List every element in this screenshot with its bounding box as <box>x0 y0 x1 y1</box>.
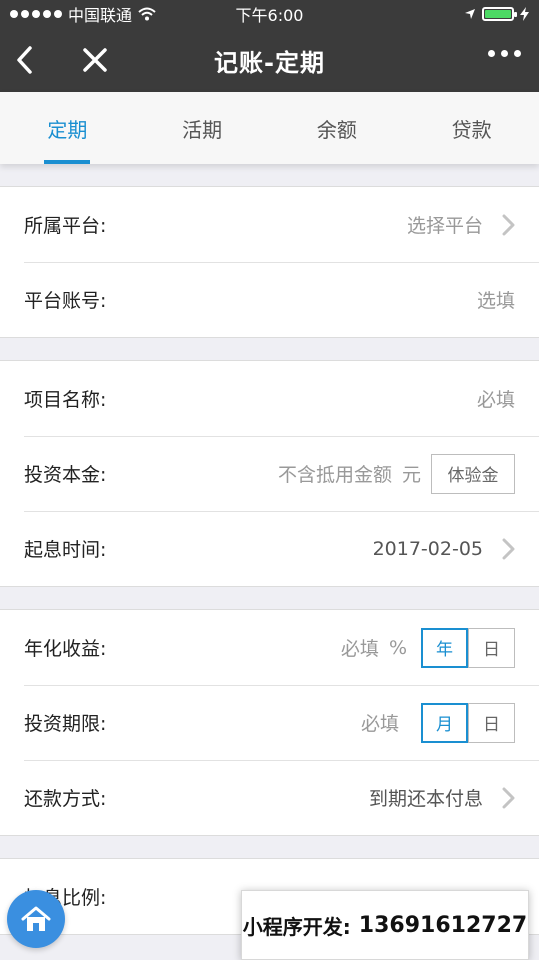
tab-bar: 定期 活期 余额 贷款 <box>0 92 539 164</box>
signal-dots-icon <box>10 10 62 18</box>
chevron-right-icon <box>502 214 515 235</box>
watermark-prefix: 小程序开发: <box>242 914 351 939</box>
status-bar: 中国联通 下午6:00 <box>0 0 539 28</box>
yield-day-option[interactable]: 日 <box>468 627 515 668</box>
chevron-right-icon <box>502 538 515 559</box>
home-icon <box>21 906 51 931</box>
project-row: 项目名称: 必填 <box>0 361 539 436</box>
battery-icon <box>482 7 517 21</box>
status-right <box>464 7 529 21</box>
account-row: 平台账号: 选填 <box>0 262 539 337</box>
wifi-icon <box>138 7 156 21</box>
term-input[interactable]: 必填 <box>361 709 399 736</box>
status-left: 中国联通 <box>10 2 156 26</box>
promo-watermark: 小程序开发: 13691612727 <box>241 890 529 960</box>
repayment-value[interactable]: 到期还本付息 <box>369 784 483 811</box>
carrier-label: 中国联通 <box>68 6 133 25</box>
project-input[interactable]: 必填 <box>477 385 515 412</box>
platform-row[interactable]: 所属平台: 选择平台 <box>0 187 539 262</box>
yield-period-toggle: 年 日 <box>421 627 515 668</box>
term-month-option[interactable]: 月 <box>421 702 468 743</box>
more-dots-icon[interactable] <box>488 50 521 57</box>
watermark-number: 13691612727 <box>358 912 528 938</box>
yield-year-option[interactable]: 年 <box>421 627 468 668</box>
form-group-yield: 年化收益: 必填 % 年 日 投资期限: 必填 月 日 还款方式: 到期还本付息 <box>0 609 539 836</box>
page-title: 记账-定期 <box>214 48 325 77</box>
start-date-label: 起息时间: <box>24 539 107 561</box>
start-date-value[interactable]: 2017-02-05 <box>373 538 483 560</box>
principal-unit: 元 <box>401 464 421 486</box>
repayment-row[interactable]: 还款方式: 到期还本付息 <box>0 760 539 835</box>
start-date-row[interactable]: 起息时间: 2017-02-05 <box>0 511 539 586</box>
status-time: 下午6:00 <box>235 6 304 25</box>
term-row: 投资期限: 必填 月 日 <box>0 685 539 760</box>
account-input[interactable]: 选填 <box>477 286 515 313</box>
platform-label: 所属平台: <box>24 215 107 237</box>
principal-label: 投资本金: <box>24 464 107 486</box>
principal-input[interactable]: 不含抵用金额 <box>278 460 392 487</box>
form-group-project: 项目名称: 必填 投资本金: 不含抵用金额 元 体验金 起息时间: 2017-0… <box>0 360 539 587</box>
term-unit-toggle: 月 日 <box>421 702 515 743</box>
annual-yield-row: 年化收益: 必填 % 年 日 <box>0 610 539 685</box>
location-arrow-icon <box>465 9 475 19</box>
charging-bolt-icon <box>520 7 529 21</box>
tab-loan[interactable]: 贷款 <box>404 92 539 164</box>
home-button[interactable] <box>7 890 65 948</box>
back-arrow-icon[interactable] <box>10 42 40 78</box>
close-icon[interactable] <box>80 44 110 76</box>
form-group-platform: 所属平台: 选择平台 平台账号: 选填 <box>0 186 539 338</box>
project-label: 项目名称: <box>24 389 107 411</box>
annual-yield-input[interactable]: 必填 <box>341 634 379 661</box>
tab-fixed[interactable]: 定期 <box>0 92 135 164</box>
tab-current[interactable]: 活期 <box>135 92 270 164</box>
annual-yield-unit: % <box>388 636 407 659</box>
annual-yield-label: 年化收益: <box>24 638 107 660</box>
platform-select[interactable]: 选择平台 <box>407 211 483 238</box>
repayment-label: 还款方式: <box>24 788 107 810</box>
term-day-option[interactable]: 日 <box>468 702 515 743</box>
nav-bar: 记账-定期 <box>0 28 539 92</box>
term-label: 投资期限: <box>24 713 107 735</box>
principal-row: 投资本金: 不含抵用金额 元 体验金 <box>0 436 539 511</box>
account-label: 平台账号: <box>24 290 107 312</box>
chevron-right-icon <box>502 787 515 808</box>
tab-balance[interactable]: 余额 <box>270 92 405 164</box>
trial-fund-button[interactable]: 体验金 <box>431 453 515 494</box>
